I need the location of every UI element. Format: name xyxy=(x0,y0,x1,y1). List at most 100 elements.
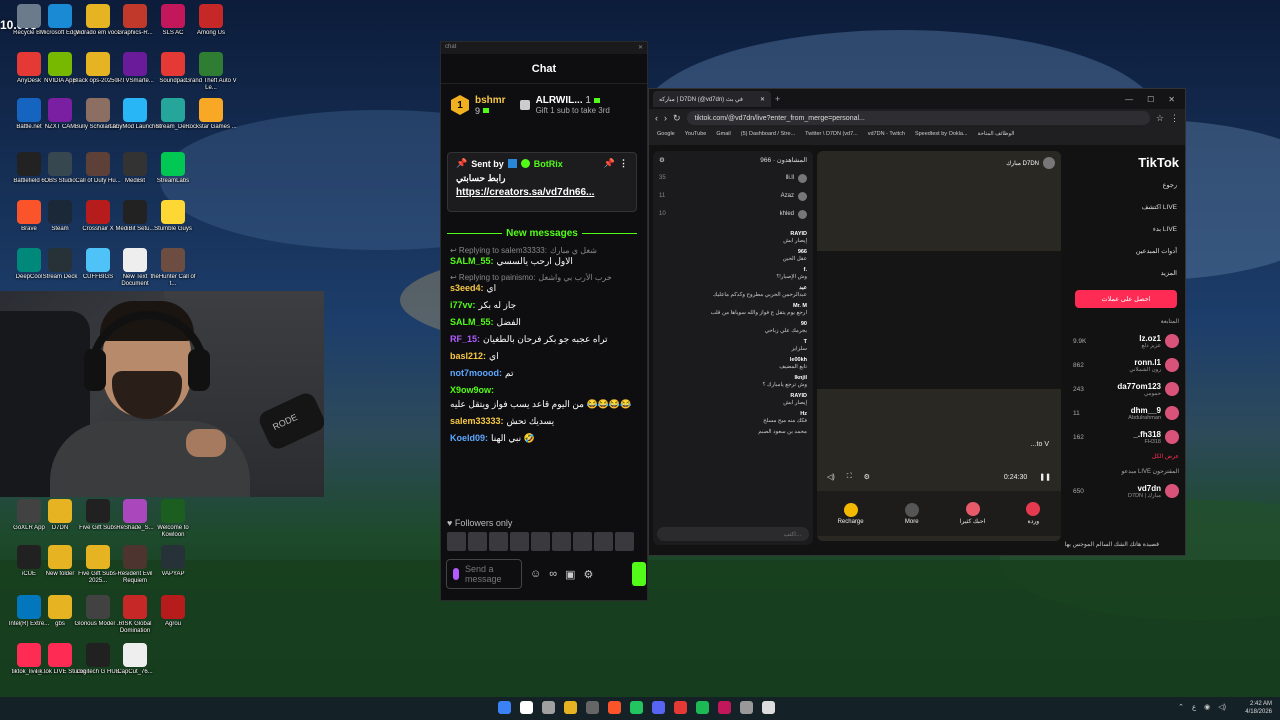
bookmark[interactable]: Twitter \ D7DN (vd7... xyxy=(805,131,858,137)
desktop-icon[interactable]: VAPYAP xyxy=(148,543,198,597)
discord-icon[interactable] xyxy=(652,701,665,714)
gear-icon[interactable]: ⚙ xyxy=(659,156,665,164)
settings-icon[interactable]: ⚙ xyxy=(864,473,870,481)
chat-message[interactable]: salem33333: يسديك تحش xyxy=(450,416,640,427)
chat-username[interactable]: Koeld09: xyxy=(450,433,488,444)
live-chat-message[interactable]: 90 يجرمك علي زباحي xyxy=(653,319,813,337)
avatar[interactable] xyxy=(447,532,466,551)
gift-item[interactable]: Recharge xyxy=(838,502,864,525)
volume-icon[interactable]: ◁) xyxy=(1218,703,1226,711)
live-chat-message[interactable]: RAYID إيصار ابش xyxy=(653,229,813,247)
gift-item[interactable]: احبك كثيرا xyxy=(960,502,985,525)
chat-username[interactable]: not7moood: xyxy=(450,368,502,379)
avatar[interactable] xyxy=(468,532,487,551)
avatar[interactable] xyxy=(531,532,550,551)
clock[interactable]: 2:42 AM 4/18/2026 xyxy=(1245,700,1272,716)
new-tab-icon[interactable]: + xyxy=(775,94,780,104)
chat-message[interactable]: i77vv: جاز له بكر xyxy=(450,300,640,311)
desktop-icon[interactable]: Among Us xyxy=(186,2,236,56)
desktop-icon[interactable]: StreamLabs xyxy=(148,150,198,204)
volume-icon[interactable]: ◁) xyxy=(827,473,835,481)
tiktok-nav-item[interactable]: رجوع xyxy=(1065,174,1185,196)
unpin-icon[interactable]: 📌 xyxy=(604,158,615,169)
gift-user[interactable]: ALRWIL... xyxy=(536,95,583,106)
chat-message[interactable]: X9ow9ow: من اليوم قاعد يسب فواز ويتقل علي… xyxy=(450,385,640,410)
start-icon[interactable] xyxy=(498,701,511,714)
back-icon[interactable]: ‹ xyxy=(655,113,658,123)
tiktok-nav-item[interactable]: اكتشف LIVE xyxy=(1065,196,1185,218)
infinity-icon[interactable]: ∞ xyxy=(549,568,557,580)
browser-tab[interactable]: مباركه | D7DN (@vd7dn) في بث ✕ xyxy=(653,91,771,107)
live-video[interactable]: مبارك D7DN ◁) ⛶ ⚙ 0:24:30 ❚❚ ...to V Rec… xyxy=(817,151,1061,541)
get-coins-button[interactable]: احصل على عملات xyxy=(1075,290,1177,308)
desktop-icon[interactable]: Stumble Guys xyxy=(148,198,198,252)
top-viewer[interactable]: 11 Azaz xyxy=(653,187,813,205)
bookmark[interactable]: الوظائف المتاحة xyxy=(978,131,1015,137)
reload-icon[interactable]: ↻ xyxy=(673,113,681,124)
new-messages-divider[interactable]: New messages xyxy=(447,226,637,240)
reply-context[interactable]: ↩ Replying to salem33333: شغل ي مبارك xyxy=(450,246,640,255)
live-chat-message[interactable]: f. وش الإصبار!؟ xyxy=(653,265,813,283)
whatsapp-icon[interactable] xyxy=(630,701,643,714)
bookmark[interactable]: (5) Dashboard / Stre... xyxy=(741,131,795,137)
chat-username[interactable]: X9ow9ow: xyxy=(450,385,494,396)
live-chat-message[interactable]: 966 عقل الحين xyxy=(653,247,813,265)
followed-account[interactable]: 862 ronn.l1 رون الشملاني xyxy=(1065,353,1185,377)
pinned-message[interactable]: 📌 Sent by BotRix 📌 ⋮ رابط حسابتي https:/… xyxy=(447,152,637,212)
gear-icon[interactable]: ⚙ xyxy=(583,568,593,581)
live-chat-message[interactable]: Iknjil وش ترجع يامبارك ؟ xyxy=(653,373,813,391)
chat-message[interactable]: Koeld09: نبي الهنا 🤣 xyxy=(450,433,640,444)
maximize-icon[interactable]: ☐ xyxy=(1147,95,1154,104)
close-icon[interactable]: ✕ xyxy=(638,44,643,52)
spotify-icon[interactable] xyxy=(696,701,709,714)
task-view-icon[interactable] xyxy=(740,701,753,714)
chat-message[interactable]: ↩ Replying to salem33333: شغل ي مبارك SALM… xyxy=(450,246,640,267)
followed-account[interactable]: 162 _.fh318 FH318 xyxy=(1065,425,1185,449)
close-icon[interactable]: ✕ xyxy=(760,96,765,103)
forward-icon[interactable]: › xyxy=(664,113,667,123)
followed-account[interactable]: 9.9K lz.oz1 عزيز دلع xyxy=(1065,329,1185,353)
live-chat-message[interactable]: محمد بن سعود الصبم xyxy=(653,427,813,438)
chat-username[interactable]: salem33333: xyxy=(450,416,504,427)
chat-message[interactable]: not7moood: تم xyxy=(450,368,640,379)
show-all-link[interactable]: عرض الكل xyxy=(1065,449,1185,464)
send-message-input[interactable]: Send a message xyxy=(446,559,522,589)
copilot-icon[interactable] xyxy=(542,701,555,714)
search-icon[interactable] xyxy=(520,701,533,714)
close-icon[interactable]: ✕ xyxy=(1168,95,1175,104)
language-indicator[interactable]: ع xyxy=(1192,703,1196,711)
live-chat-message[interactable]: RAYID إيصار ابش xyxy=(653,391,813,409)
store-icon[interactable]: ▣ xyxy=(565,568,575,581)
chat-username[interactable]: basl212: xyxy=(450,351,486,362)
chat-username[interactable]: i77vv: xyxy=(450,300,476,311)
avatar[interactable] xyxy=(594,532,613,551)
microphone-icon[interactable] xyxy=(453,568,459,580)
chat-username[interactable]: RF_15: xyxy=(450,334,480,345)
streamer-badge[interactable]: مبارك D7DN xyxy=(1006,157,1055,169)
bookmark[interactable]: Speedtest by Ookla... xyxy=(915,131,968,137)
avatar[interactable] xyxy=(573,532,592,551)
emote-icon[interactable]: ☺ xyxy=(530,568,541,580)
desktop-icon[interactable]: CapCut_76... xyxy=(110,641,160,695)
star-icon[interactable]: ☆ xyxy=(1156,113,1164,124)
tiktok-nav-item[interactable]: المزيد xyxy=(1065,262,1185,284)
capcut-icon[interactable] xyxy=(586,701,599,714)
chat-username[interactable]: s3eed4: xyxy=(450,283,484,294)
minimize-icon[interactable]: — xyxy=(1125,95,1133,104)
pause-icon[interactable]: ❚❚ xyxy=(1039,473,1051,481)
opera-icon[interactable] xyxy=(674,701,687,714)
live-chat-input[interactable]: اكتب... xyxy=(657,527,809,541)
live-chat-message[interactable]: T سلزايز xyxy=(653,337,813,355)
followed-account[interactable]: 650 vd7dn D7DN | مبارك xyxy=(1065,479,1185,503)
avatar[interactable] xyxy=(489,532,508,551)
top-viewer[interactable]: 10 khled xyxy=(653,205,813,223)
bookmark[interactable]: vd7DN - Twitch xyxy=(868,131,905,137)
bookmark[interactable]: Gmail xyxy=(716,131,730,137)
avatar[interactable] xyxy=(510,532,529,551)
menu-icon[interactable]: ⋮ xyxy=(1170,113,1179,124)
live-chat-message[interactable]: عبد عبدالرحمن الحربي مطروح وكذكم ماعليك xyxy=(653,283,813,301)
reply-context[interactable]: ↩ Replying to painismo: خرب الأرب بي واشغ… xyxy=(450,273,640,282)
obs-icon[interactable] xyxy=(762,701,775,714)
avatar[interactable] xyxy=(552,532,571,551)
bookmark[interactable]: YouTube xyxy=(685,131,707,137)
